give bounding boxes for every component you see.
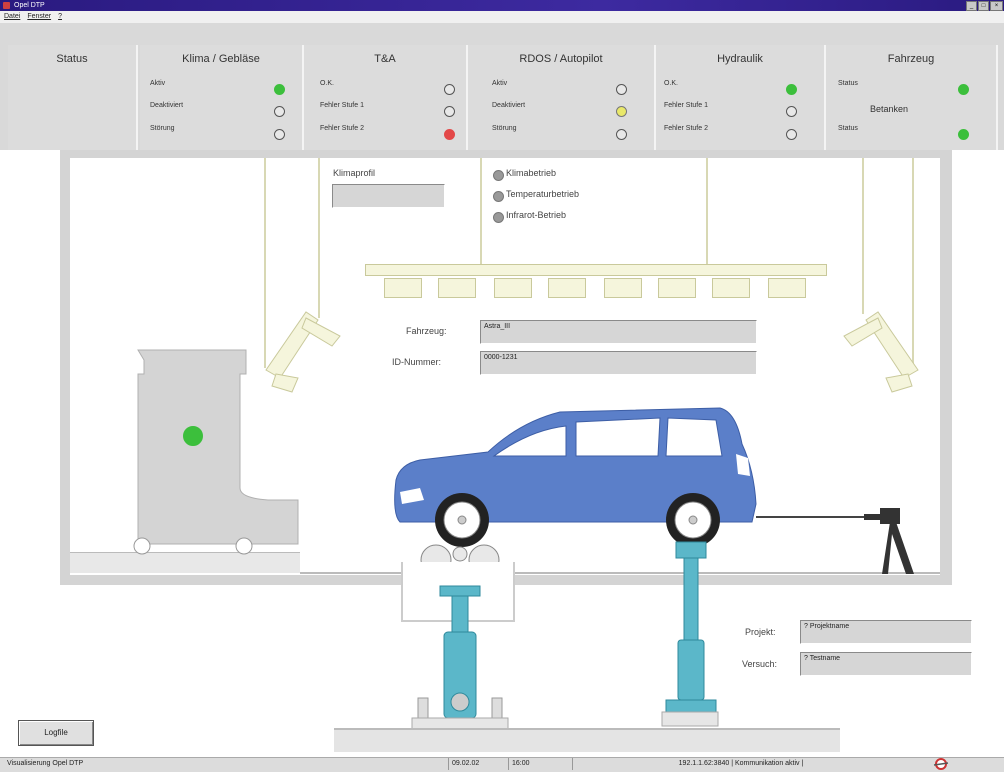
hydraulik-ok-label: O.K. — [664, 80, 679, 87]
right-rod-1 — [862, 158, 864, 314]
minimize-button[interactable]: _ — [966, 1, 977, 11]
ta-fehler2-led — [444, 129, 455, 140]
app-icon — [3, 2, 10, 9]
lamp-7 — [712, 278, 750, 298]
betanken-title: Betanken — [870, 104, 909, 114]
right-spotlight-icon — [843, 311, 919, 393]
panel-title-klima: Klima / Gebläse — [182, 53, 260, 65]
mode-temperatur-radio[interactable] — [493, 191, 504, 202]
chamber-floor-line — [300, 572, 940, 574]
menu-datei[interactable]: Datei — [4, 13, 20, 20]
maximize-button[interactable]: □ — [978, 1, 989, 11]
menu-bar: Datei Fenster? — [0, 11, 1004, 23]
statusbar-connection: 192.1.1.62:3840 | Kommunikation aktiv | — [572, 758, 906, 770]
tripod-icon — [864, 508, 914, 574]
klima-deaktiviert-led — [274, 106, 285, 117]
klimaprofil-field[interactable] — [332, 184, 445, 208]
hydraulik-fehler2-label: Fehler Stufe 2 — [664, 125, 708, 132]
klimaprofil-label: Klimaprofil — [333, 168, 376, 178]
rod-mid-2 — [706, 158, 708, 264]
panel-title-hydraulik: Hydraulik — [717, 53, 763, 65]
klima-aktiv-led — [274, 84, 285, 95]
fahrzeug-status-label: Status — [838, 80, 858, 87]
idnum-label: ID-Nummer: — [392, 357, 441, 367]
ta-fehler1-label: Fehler Stufe 1 — [320, 102, 364, 109]
mode-klima-radio[interactable] — [493, 170, 504, 181]
ta-ok-led — [444, 84, 455, 95]
rdos-stoerung-label: Störung — [492, 125, 517, 132]
rear-hydraulic-icon — [661, 541, 719, 727]
trial-field[interactable]: ? Testname — [800, 652, 972, 676]
betanken-status-led — [958, 129, 969, 140]
project-field[interactable]: ? Projektname — [800, 620, 972, 644]
lamp-bar — [365, 264, 827, 276]
ta-ok-label: O.K. — [320, 80, 335, 87]
ta-fehler2-label: Fehler Stufe 2 — [320, 125, 364, 132]
climate-unit-led — [183, 426, 203, 446]
panel-title-status: Status — [56, 53, 88, 65]
tow-line — [756, 516, 868, 518]
vehicle-field[interactable]: Astra_III — [480, 320, 757, 344]
vehicle-label: Fahrzeug: — [406, 326, 447, 336]
title-bar: Opel DTP _ □ × — [0, 0, 1004, 11]
panel-title-fahrzeug: Fahrzeug — [887, 53, 935, 65]
project-label: Projekt: — [745, 627, 776, 637]
window-title: Opel DTP — [14, 2, 45, 9]
rdos-aktiv-led — [616, 84, 627, 95]
menu-fenster[interactable]: Fenster — [27, 13, 51, 20]
climate-unit — [133, 349, 299, 555]
lamp-2 — [438, 278, 476, 298]
menu-help[interactable]: ? — [58, 13, 62, 20]
lamp-1 — [384, 278, 422, 298]
rod-mid-1 — [480, 158, 482, 264]
klima-deaktiviert-label: Deaktiviert — [150, 102, 184, 109]
lamp-5 — [604, 278, 642, 298]
mode-temperatur-label: Temperaturbetrieb — [506, 189, 580, 199]
mode-infrarot-radio[interactable] — [493, 212, 504, 223]
close-button[interactable]: × — [990, 1, 1003, 11]
klima-stoerung-label: Störung — [150, 125, 175, 132]
opel-logo-icon — [933, 758, 949, 770]
ta-fehler1-led — [444, 106, 455, 117]
rdos-stoerung-led — [616, 129, 627, 140]
hydraulik-fehler2-led — [786, 129, 797, 140]
floor-bench — [334, 728, 840, 752]
hydraulik-ok-led — [786, 84, 797, 95]
klima-stoerung-led — [274, 129, 285, 140]
rdos-aktiv-label: Aktiv — [492, 80, 508, 87]
fahrzeug-status-led — [958, 84, 969, 95]
idnum-field[interactable]: 0000-1231 — [480, 351, 757, 375]
lamp-4 — [548, 278, 586, 298]
front-hydraulic-icon — [411, 585, 509, 731]
trial-label: Versuch: — [742, 659, 778, 669]
mode-infrarot-label: Infrarot-Betrieb — [506, 210, 567, 220]
rdos-deaktiviert-led — [616, 106, 627, 117]
statusbar-app: Visualisierung Opel DTP — [7, 760, 84, 767]
rdos-deaktiviert-label: Deaktiviert — [492, 102, 526, 109]
statusbar-date: 09.02.02 — [448, 758, 508, 770]
left-rod-2 — [318, 158, 320, 318]
betanken-status-label: Status — [838, 125, 858, 132]
lamp-6 — [658, 278, 696, 298]
panel-title-rdos: RDOS / Autopilot — [519, 53, 603, 65]
statusbar-time: 16:00 — [508, 758, 572, 770]
klima-aktiv-label: Aktiv — [150, 80, 166, 87]
hydraulik-fehler1-label: Fehler Stufe 1 — [664, 102, 708, 109]
mode-klima-label: Klimabetrieb — [506, 168, 557, 178]
hydraulik-fehler1-led — [786, 106, 797, 117]
panel-title-ta: T&A — [374, 53, 396, 65]
lamp-3 — [494, 278, 532, 298]
logfile-button[interactable]: Logfile — [18, 720, 94, 746]
front-wheel-icon — [435, 493, 489, 547]
lamp-8 — [768, 278, 806, 298]
